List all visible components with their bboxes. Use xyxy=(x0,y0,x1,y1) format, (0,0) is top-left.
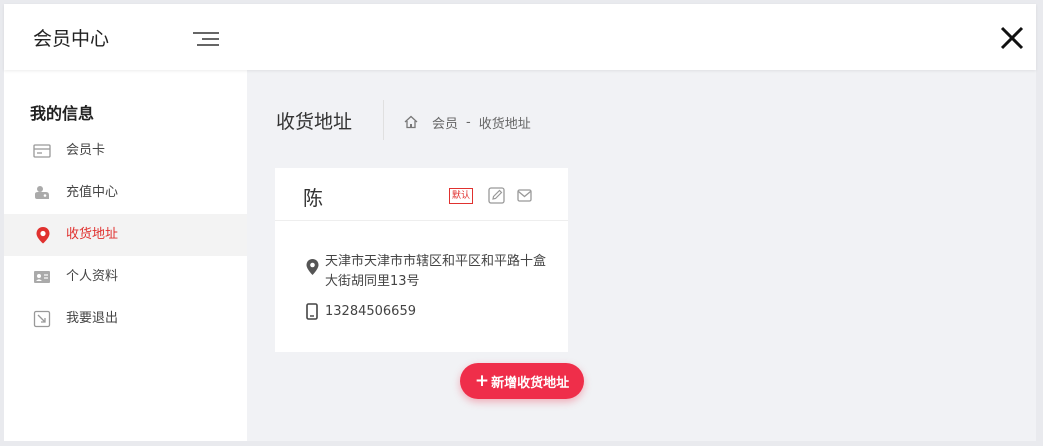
menu-icon[interactable] xyxy=(193,30,219,48)
home-icon[interactable] xyxy=(404,115,418,129)
sidebar-item-profile[interactable]: 个人资料 xyxy=(4,256,247,298)
member-center-window: 会员中心 我的信息 会员卡 充值中心 收货地址 个人资料 我要退出 收货地址 会… xyxy=(4,4,1036,441)
profile-icon xyxy=(34,271,50,283)
title-divider xyxy=(383,100,384,140)
main-content: 收货地址 会员 - 收货地址 陈 默认 天津市天津市市辖区和平区和平路十盒大街胡… xyxy=(247,70,1036,441)
close-icon[interactable] xyxy=(998,24,1026,52)
address-text: 天津市天津市市辖区和平区和平路十盒大街胡同里13号 xyxy=(325,254,547,289)
header-title: 会员中心 xyxy=(33,28,110,50)
location-pin-icon xyxy=(306,259,319,275)
phone-icon xyxy=(306,303,318,320)
sidebar-item-logout[interactable]: 我要退出 xyxy=(4,298,247,340)
add-address-label: 新增收货地址 xyxy=(491,375,570,391)
default-badge: 默认 xyxy=(449,188,474,204)
sidebar-item-address[interactable]: 收货地址 xyxy=(4,214,247,256)
breadcrumb-item-member[interactable]: 会员 xyxy=(432,113,458,132)
card-icon xyxy=(33,144,51,158)
sidebar-item-label: 收货地址 xyxy=(66,227,119,242)
phone-number: 13284506659 xyxy=(325,304,416,319)
sidebar-item-label: 充值中心 xyxy=(66,185,119,200)
sidebar: 我的信息 会员卡 充值中心 收货地址 个人资料 我要退出 xyxy=(4,70,247,441)
header: 会员中心 xyxy=(4,4,1036,70)
breadcrumb-item-address: 收货地址 xyxy=(478,116,531,132)
sidebar-item-label: 会员卡 xyxy=(66,143,106,158)
exit-icon xyxy=(33,310,51,328)
breadcrumb: 会员 - 收货地址 xyxy=(404,113,531,132)
page-title: 收货地址 xyxy=(276,111,353,133)
edit-icon[interactable] xyxy=(488,187,505,204)
sidebar-item-label: 个人资料 xyxy=(66,269,119,284)
sidebar-item-label: 我要退出 xyxy=(66,311,119,326)
breadcrumb-separator: - xyxy=(466,114,471,130)
sidebar-heading: 我的信息 xyxy=(30,104,95,123)
recipient-name: 陈 xyxy=(303,186,323,210)
plus-icon: + xyxy=(474,371,490,391)
address-card-header: 陈 默认 xyxy=(275,168,568,221)
mail-icon[interactable] xyxy=(517,188,532,203)
wallet-icon xyxy=(35,186,49,199)
location-pin-icon xyxy=(36,227,50,244)
add-address-button[interactable]: + 新增收货地址 xyxy=(460,363,584,399)
sidebar-item-recharge[interactable]: 充值中心 xyxy=(4,172,247,214)
sidebar-item-member-card[interactable]: 会员卡 xyxy=(4,130,247,172)
address-card: 陈 默认 天津市天津市市辖区和平区和平路十盒大街胡同里13号 132845066… xyxy=(275,168,568,352)
